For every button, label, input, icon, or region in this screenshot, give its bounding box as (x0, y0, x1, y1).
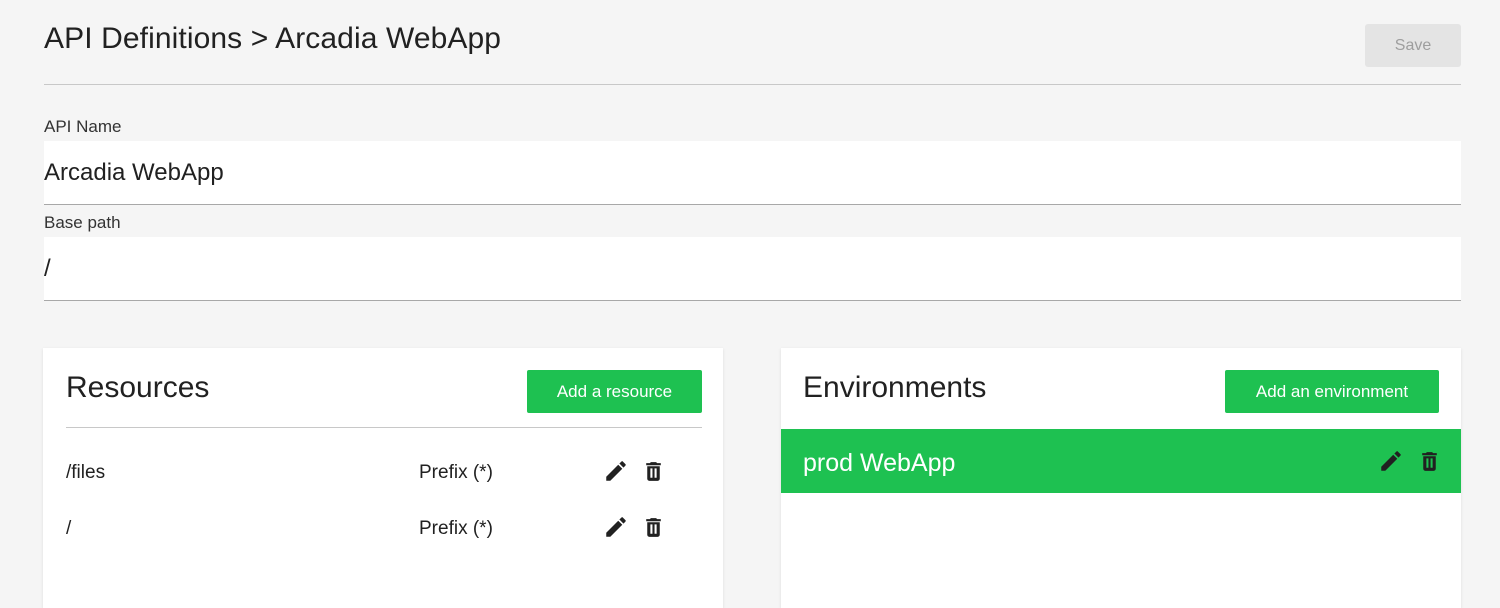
add-resource-button[interactable]: Add a resource (527, 370, 702, 413)
page-header: API Definitions > Arcadia WebApp Save (44, 0, 1461, 85)
resource-match-type: Prefix (*) (419, 518, 493, 539)
api-name-field-container (44, 141, 1461, 205)
resource-path: /files (66, 462, 106, 483)
page-title: API Definitions > Arcadia WebApp (44, 22, 502, 55)
api-name-input[interactable] (44, 141, 1461, 204)
base-path-field-container (44, 237, 1461, 301)
pencil-icon[interactable] (603, 514, 629, 540)
resource-path: / (66, 518, 72, 539)
trash-icon[interactable] (641, 515, 666, 540)
pencil-icon[interactable] (1378, 448, 1404, 474)
save-button[interactable]: Save (1365, 24, 1461, 67)
environments-title: Environments (803, 371, 987, 404)
resources-divider (66, 427, 702, 428)
api-name-label: API Name (44, 117, 122, 136)
resource-match-type: Prefix (*) (419, 462, 493, 483)
environment-name: prod WebApp (803, 449, 956, 477)
trash-icon[interactable] (1417, 449, 1442, 474)
add-environment-button[interactable]: Add an environment (1225, 370, 1439, 413)
environment-row-selected[interactable]: prod WebApp (781, 429, 1461, 493)
base-path-label: Base path (44, 213, 121, 232)
resources-title: Resources (66, 371, 210, 404)
trash-icon[interactable] (641, 459, 666, 484)
base-path-input[interactable] (44, 237, 1461, 300)
pencil-icon[interactable] (603, 458, 629, 484)
